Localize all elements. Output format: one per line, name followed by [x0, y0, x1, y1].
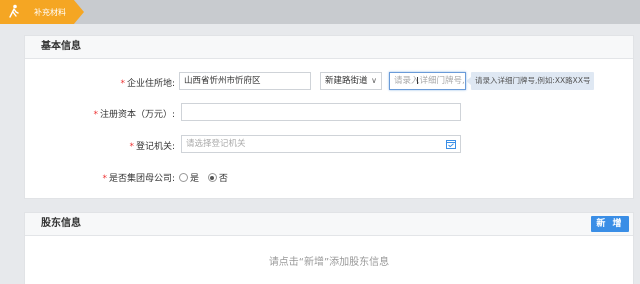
group-parent-row: * 是否集团母公司: 是 否	[25, 167, 633, 187]
required-mark: *	[93, 110, 98, 120]
capital-input[interactable]	[181, 103, 461, 121]
authority-select[interactable]: 请选择登记机关	[181, 135, 461, 153]
chevron-down-icon: ∨	[371, 76, 377, 85]
shareholder-header: 股东信息 新 增	[25, 213, 633, 236]
add-shareholder-button[interactable]: 新 增	[591, 216, 629, 232]
group-parent-label: * 是否集团母公司:	[102, 174, 175, 184]
radio-no-icon[interactable]	[207, 173, 217, 182]
street-select[interactable]: 新建路街道 ∨	[320, 72, 382, 90]
required-mark: *	[120, 79, 125, 89]
step-label: 补充材料	[34, 8, 66, 17]
address-detail-input[interactable]: 请录入详细门牌号,例 I	[389, 72, 466, 90]
capital-label: * 注册资本（万元）:	[93, 110, 175, 120]
required-mark: *	[102, 174, 107, 184]
region-input[interactable]: 山西省忻州市忻府区	[179, 72, 311, 90]
address-label: * 企业住所地:	[120, 79, 175, 89]
authority-row: * 登记机关: 请选择登记机关	[25, 135, 633, 155]
shareholder-panel: 股东信息 新 增 请点击“新增”添加股东信息	[24, 212, 634, 284]
calendar-icon[interactable]	[446, 139, 456, 149]
empty-message: 请点击“新增”添加股东信息	[268, 257, 390, 268]
text-cursor-icon: I	[416, 76, 419, 87]
basic-info-title: 基本信息	[25, 36, 633, 59]
group-parent-radio-group: 是 否	[179, 171, 228, 184]
radio-yes-icon[interactable]	[179, 173, 188, 182]
required-mark: *	[129, 142, 134, 152]
basic-info-panel: 基本信息 * 企业住所地: 山西省忻州市忻府区 新建路街道 ∨ 请录入详细门牌号,…	[24, 35, 634, 199]
shareholder-title: 股东信息	[41, 218, 81, 229]
step-bar: 补充材料	[0, 0, 640, 24]
step-person-icon	[9, 4, 19, 18]
step-active-tab[interactable]: 补充材料	[0, 0, 84, 24]
radio-option-yes[interactable]: 是	[179, 173, 199, 184]
authority-label: * 登记机关:	[129, 142, 175, 152]
address-row: * 企业住所地: 山西省忻州市忻府区 新建路街道 ∨ 请录入详细门牌号,例 I 请…	[25, 72, 633, 92]
capital-row: * 注册资本（万元）:	[25, 103, 633, 123]
radio-option-no[interactable]: 否	[207, 173, 228, 184]
address-tooltip: 请录入详细门牌号,例如:XX路XX号	[465, 72, 595, 90]
